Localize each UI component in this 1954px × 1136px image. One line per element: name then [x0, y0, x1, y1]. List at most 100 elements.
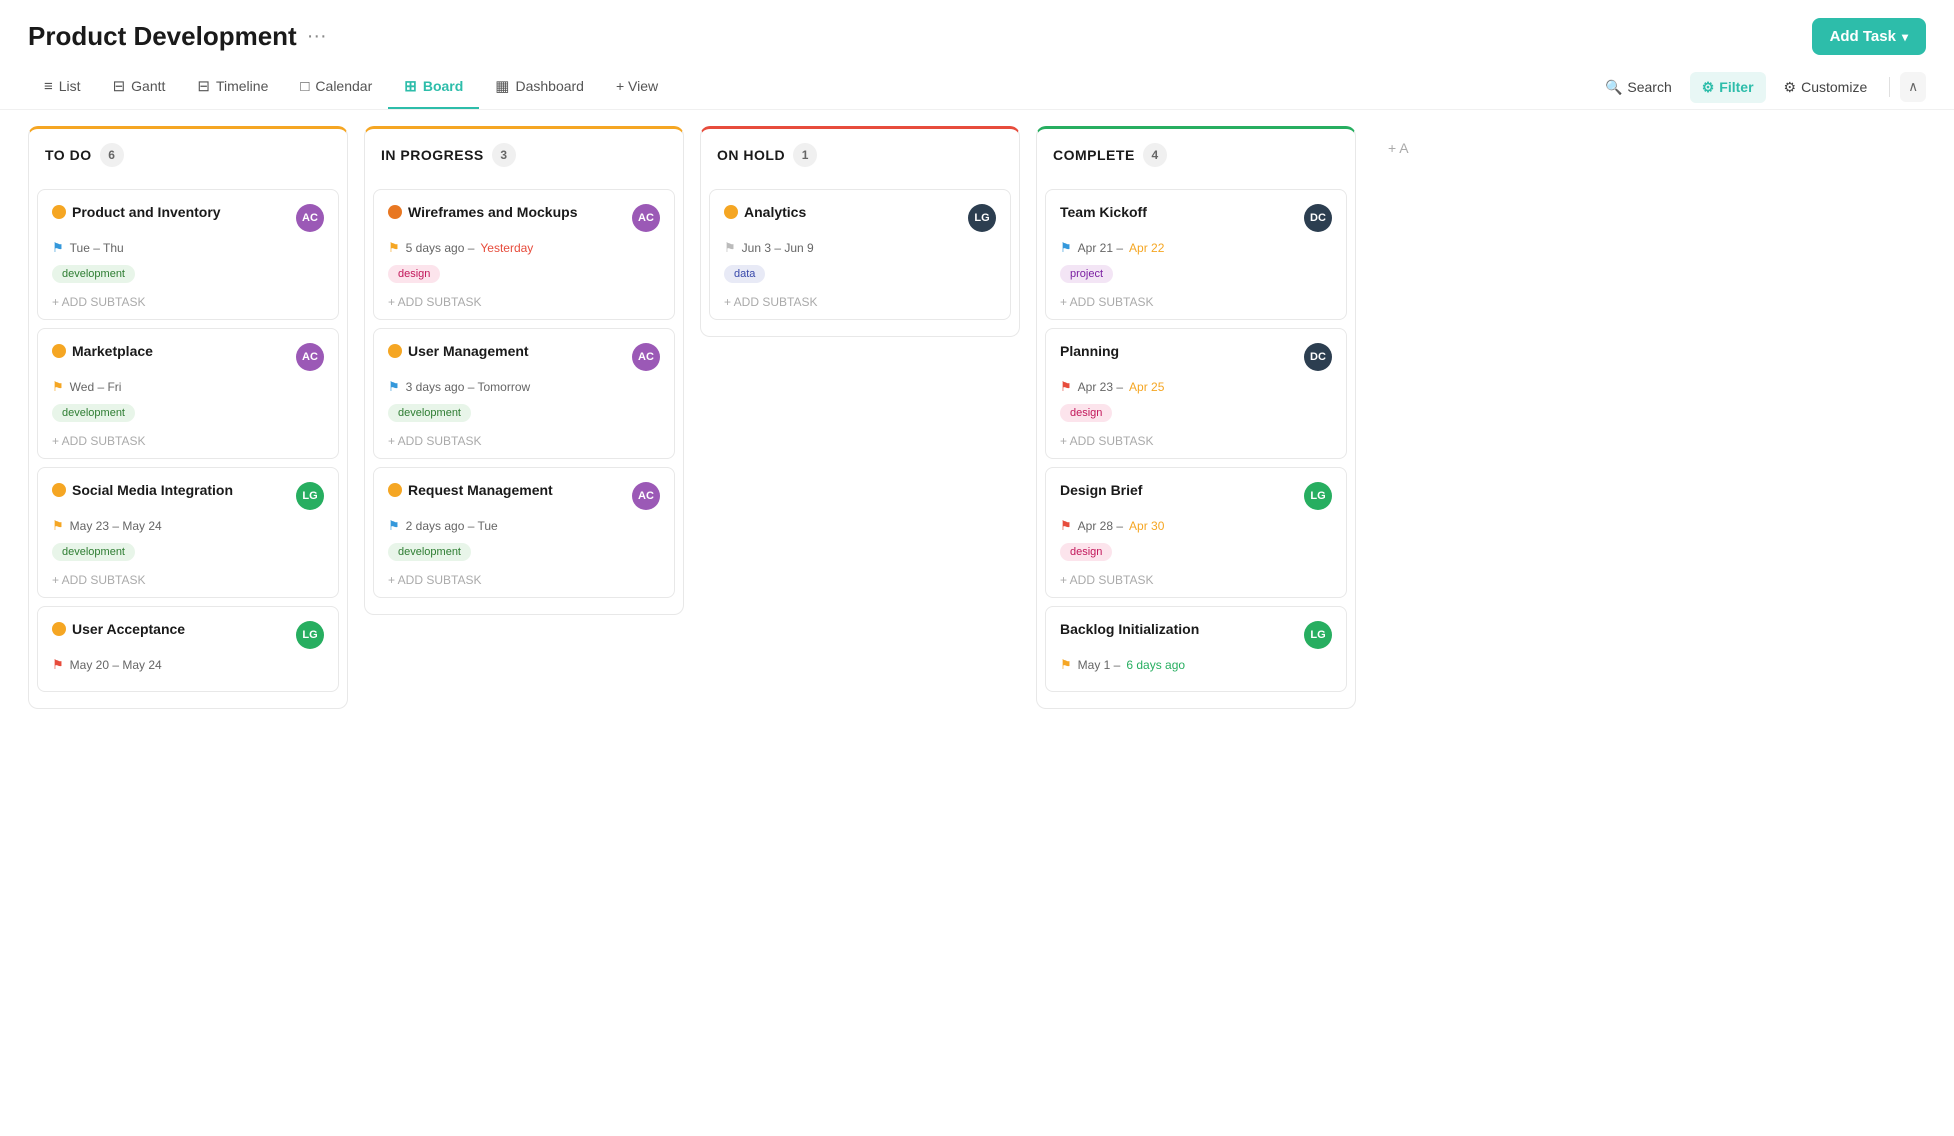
customize-button[interactable]: ⚙ Customize — [1772, 72, 1880, 103]
filter-icon: ⚙ — [1702, 79, 1715, 96]
timeline-icon: ⊟ — [197, 77, 210, 95]
add-subtask-button[interactable]: + ADD SUBTASK — [388, 434, 660, 448]
tab-gantt[interactable]: ⊟ Gantt — [97, 65, 182, 109]
column-complete: COMPLETE 4 Team Kickoff DC ⚑ Apr 21 – Ap… — [1036, 126, 1356, 709]
avatar: LG — [296, 482, 324, 510]
search-button[interactable]: 🔍 Search — [1593, 72, 1684, 103]
task-card[interactable]: User Acceptance LG ⚑ May 20 – May 24 — [37, 606, 339, 692]
avatar: AC — [296, 343, 324, 371]
task-card[interactable]: Wireframes and Mockups AC ⚑ 5 days ago –… — [373, 189, 675, 320]
more-options-icon[interactable]: ··· — [307, 25, 327, 48]
add-subtask-button[interactable]: + ADD SUBTASK — [52, 434, 324, 448]
add-subtask-button[interactable]: + ADD SUBTASK — [388, 573, 660, 587]
column-body-onhold: Analytics LG ⚑ Jun 3 – Jun 9 data + ADD … — [700, 181, 1020, 337]
add-subtask-button[interactable]: + ADD SUBTASK — [388, 295, 660, 309]
task-header: Analytics LG — [724, 204, 996, 232]
search-icon: 🔍 — [1605, 79, 1622, 96]
task-card[interactable]: Design Brief LG ⚑ Apr 28 – Apr 30 design… — [1045, 467, 1347, 598]
nav-tabs: ≡ List ⊟ Gantt ⊟ Timeline □ Calendar ⊞ B… — [28, 65, 674, 109]
column-header-todo: TO DO 6 — [28, 126, 348, 181]
task-tag: development — [388, 542, 660, 569]
task-card[interactable]: Planning DC ⚑ Apr 23 – Apr 25 design + A… — [1045, 328, 1347, 459]
task-header: Planning DC — [1060, 343, 1332, 371]
task-date: ⚑ May 23 – May 24 — [52, 518, 324, 534]
tab-calendar[interactable]: □ Calendar — [284, 66, 388, 109]
add-task-button[interactable]: Add Task ▾ — [1812, 18, 1926, 55]
task-date: ⚑ Apr 21 – Apr 22 — [1060, 240, 1332, 256]
task-date: ⚑ May 1 – 6 days ago — [1060, 657, 1332, 673]
task-header: Request Management AC — [388, 482, 660, 510]
task-header: Design Brief LG — [1060, 482, 1332, 510]
status-dot — [52, 344, 66, 358]
board-container: TO DO 6 Product and Inventory AC ⚑ Tue –… — [0, 110, 1954, 729]
task-card[interactable]: Team Kickoff DC ⚑ Apr 21 – Apr 22 projec… — [1045, 189, 1347, 320]
task-header: Marketplace AC — [52, 343, 324, 371]
customize-icon: ⚙ — [1784, 79, 1797, 96]
nav-divider — [1889, 77, 1890, 97]
flag-icon: ⚑ — [52, 518, 64, 534]
task-card[interactable]: Request Management AC ⚑ 2 days ago – Tue… — [373, 467, 675, 598]
tab-dashboard[interactable]: ▦ Dashboard — [479, 65, 600, 109]
task-title-row: Design Brief — [1060, 482, 1142, 498]
task-title: Backlog Initialization — [1060, 621, 1199, 637]
status-dot — [724, 205, 738, 219]
tab-add-view[interactable]: + View — [600, 66, 674, 108]
task-title: Team Kickoff — [1060, 204, 1147, 220]
task-tag: data — [724, 264, 996, 291]
tab-timeline[interactable]: ⊟ Timeline — [181, 65, 284, 109]
task-title: Social Media Integration — [72, 482, 233, 498]
column-title: COMPLETE — [1053, 147, 1135, 163]
column-body-complete: Team Kickoff DC ⚑ Apr 21 – Apr 22 projec… — [1036, 181, 1356, 709]
add-subtask-button[interactable]: + ADD SUBTASK — [724, 295, 996, 309]
task-tag: project — [1060, 264, 1332, 291]
avatar: LG — [1304, 482, 1332, 510]
task-title-row: Backlog Initialization — [1060, 621, 1199, 637]
task-card[interactable]: Marketplace AC ⚑ Wed – Fri development +… — [37, 328, 339, 459]
task-card[interactable]: User Management AC ⚑ 3 days ago – Tomorr… — [373, 328, 675, 459]
flag-icon: ⚑ — [1060, 240, 1072, 256]
task-title-row: Planning — [1060, 343, 1119, 359]
task-header: Product and Inventory AC — [52, 204, 324, 232]
column-onhold: ON HOLD 1 Analytics LG ⚑ Jun 3 – Jun 9 d… — [700, 126, 1020, 337]
flag-icon: ⚑ — [388, 518, 400, 534]
task-card[interactable]: Product and Inventory AC ⚑ Tue – Thu dev… — [37, 189, 339, 320]
collapse-button[interactable]: ∧ — [1900, 72, 1926, 102]
add-column-button[interactable]: + A — [1372, 126, 1425, 170]
column-header-onhold: ON HOLD 1 — [700, 126, 1020, 181]
task-tag: design — [388, 264, 660, 291]
add-subtask-button[interactable]: + ADD SUBTASK — [52, 573, 324, 587]
status-dot — [52, 205, 66, 219]
add-subtask-button[interactable]: + ADD SUBTASK — [52, 295, 324, 309]
task-card[interactable]: Social Media Integration LG ⚑ May 23 – M… — [37, 467, 339, 598]
add-subtask-button[interactable]: + ADD SUBTASK — [1060, 295, 1332, 309]
task-card[interactable]: Analytics LG ⚑ Jun 3 – Jun 9 data + ADD … — [709, 189, 1011, 320]
tab-board[interactable]: ⊞ Board — [388, 65, 479, 109]
add-subtask-button[interactable]: + ADD SUBTASK — [1060, 573, 1332, 587]
task-title-row: User Management — [388, 343, 529, 359]
tab-list[interactable]: ≡ List — [28, 66, 97, 109]
column-todo: TO DO 6 Product and Inventory AC ⚑ Tue –… — [28, 126, 348, 709]
task-title: Design Brief — [1060, 482, 1142, 498]
status-dot — [388, 205, 402, 219]
flag-icon: ⚑ — [52, 379, 64, 395]
task-tag: development — [52, 403, 324, 430]
task-header: Team Kickoff DC — [1060, 204, 1332, 232]
task-title-row: Product and Inventory — [52, 204, 221, 220]
task-card[interactable]: Backlog Initialization LG ⚑ May 1 – 6 da… — [1045, 606, 1347, 692]
status-dot — [388, 344, 402, 358]
filter-button[interactable]: ⚙ Filter — [1690, 72, 1766, 103]
column-title: ON HOLD — [717, 147, 785, 163]
task-header: Social Media Integration LG — [52, 482, 324, 510]
avatar: AC — [632, 343, 660, 371]
avatar: DC — [1304, 343, 1332, 371]
flag-icon: ⚑ — [1060, 518, 1072, 534]
task-date: ⚑ May 20 – May 24 — [52, 657, 324, 673]
task-title-row: Marketplace — [52, 343, 153, 359]
task-tag: design — [1060, 542, 1332, 569]
task-date: ⚑ Apr 28 – Apr 30 — [1060, 518, 1332, 534]
task-header: User Acceptance LG — [52, 621, 324, 649]
add-subtask-button[interactable]: + ADD SUBTASK — [1060, 434, 1332, 448]
task-title: Marketplace — [72, 343, 153, 359]
column-body-todo: Product and Inventory AC ⚑ Tue – Thu dev… — [28, 181, 348, 709]
task-title: User Acceptance — [72, 621, 185, 637]
